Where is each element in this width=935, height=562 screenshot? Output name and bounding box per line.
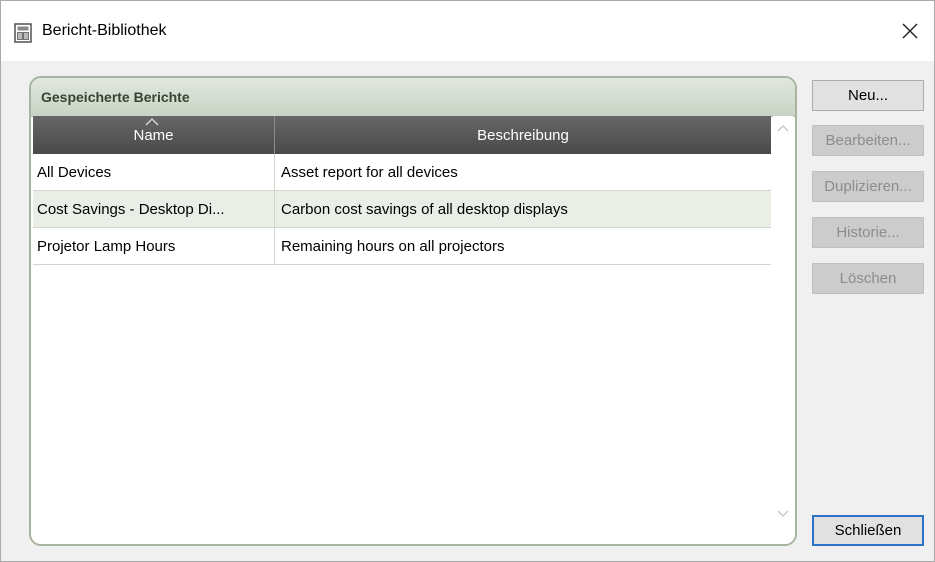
table-row[interactable]: All Devices Asset report for all devices bbox=[33, 154, 771, 191]
delete-button[interactable]: Löschen bbox=[812, 263, 924, 294]
title-bar: Bericht-Bibliothek bbox=[1, 1, 934, 61]
cell-name: Projetor Lamp Hours bbox=[33, 228, 275, 264]
cell-description: Carbon cost savings of all desktop displ… bbox=[281, 200, 568, 218]
close-button[interactable]: Schließen bbox=[812, 515, 924, 546]
cell-description: Remaining hours on all projectors bbox=[281, 237, 505, 255]
scroll-down-icon[interactable] bbox=[777, 510, 789, 518]
close-icon[interactable] bbox=[896, 17, 924, 45]
report-library-dialog: Bericht-Bibliothek Gespeicherte Berichte… bbox=[0, 0, 935, 562]
cell-name: Cost Savings - Desktop Di... bbox=[33, 191, 275, 227]
column-header-label: Beschreibung bbox=[477, 126, 569, 144]
cell-description: Asset report for all devices bbox=[281, 163, 458, 181]
column-header-description[interactable]: Beschreibung bbox=[275, 116, 771, 154]
scroll-up-icon[interactable] bbox=[777, 124, 789, 132]
column-header-name[interactable]: Name bbox=[33, 116, 275, 154]
table-header: Name Beschreibung bbox=[33, 116, 771, 154]
group-title: Gespeicherte Berichte bbox=[41, 89, 190, 105]
cell-name: All Devices bbox=[33, 154, 275, 190]
history-button[interactable]: Historie... bbox=[812, 217, 924, 248]
window-title: Bericht-Bibliothek bbox=[42, 22, 167, 39]
sort-ascending-icon bbox=[145, 118, 159, 126]
vertical-scrollbar[interactable] bbox=[773, 116, 793, 526]
column-header-label: Name bbox=[133, 126, 174, 144]
table-row[interactable]: Cost Savings - Desktop Di... Carbon cost… bbox=[33, 191, 771, 228]
duplicate-button[interactable]: Duplizieren... bbox=[812, 171, 924, 202]
report-library-icon bbox=[14, 23, 32, 43]
edit-button[interactable]: Bearbeiten... bbox=[812, 125, 924, 156]
reports-table: Name Beschreibung All Devices Asset repo… bbox=[33, 116, 771, 526]
saved-reports-group: Gespeicherte Berichte Name Beschreibung … bbox=[29, 76, 797, 546]
table-row[interactable]: Projetor Lamp Hours Remaining hours on a… bbox=[33, 228, 771, 265]
group-header: Gespeicherte Berichte bbox=[31, 78, 795, 117]
new-button[interactable]: Neu... bbox=[812, 80, 924, 111]
